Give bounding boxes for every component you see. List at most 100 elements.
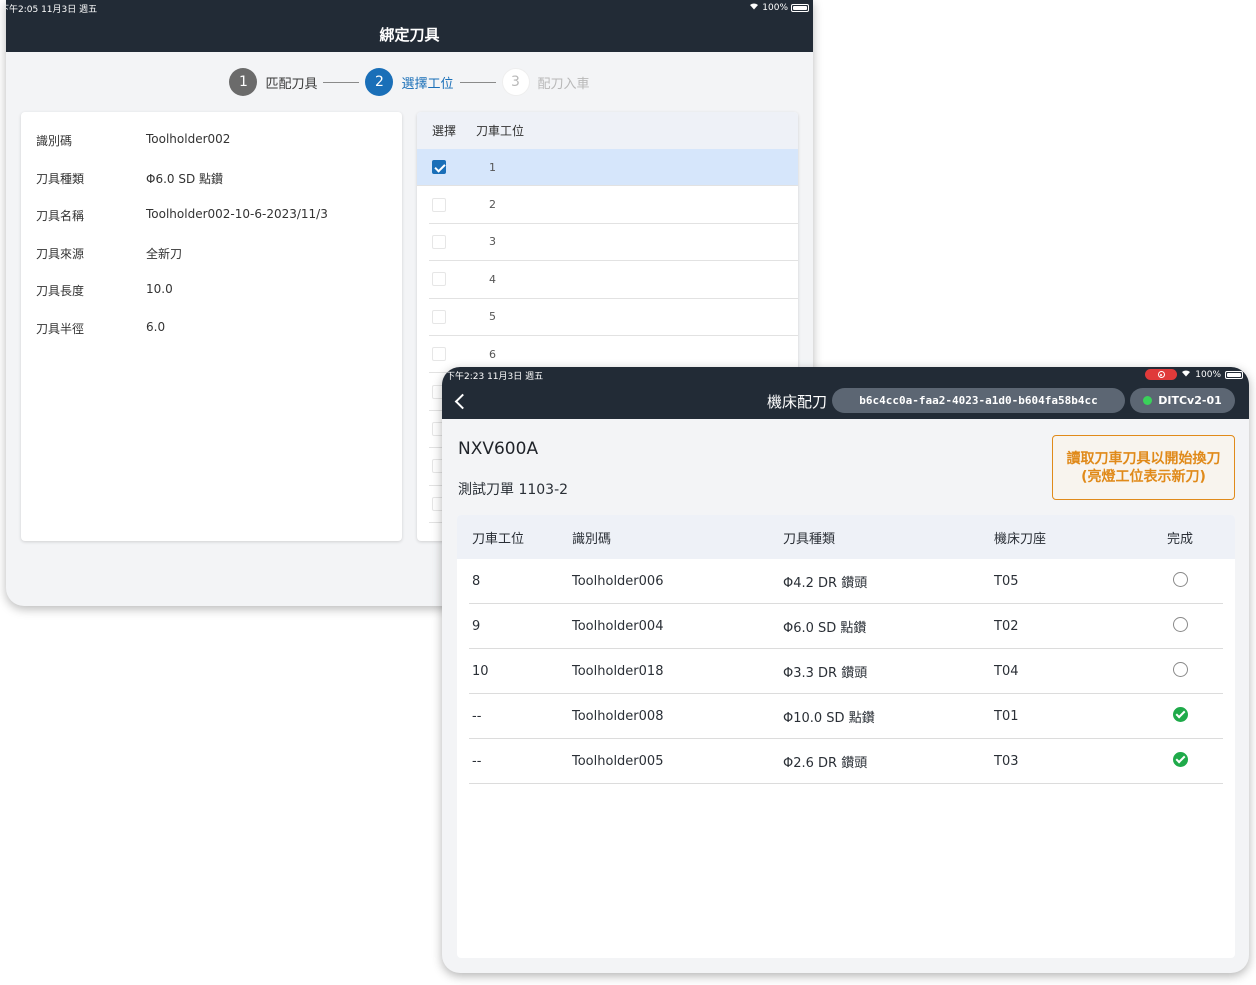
status-indicators: 100% bbox=[749, 2, 809, 13]
header-type: 刀具種類 bbox=[783, 531, 836, 547]
header-bar: 下午2:05 11月3日 週五 100% 綁定刀具 bbox=[6, 0, 813, 52]
pending-circle-icon bbox=[1172, 616, 1188, 632]
table-row[interactable]: 8 Toolholder006 Φ4.2 DR 鑽頭 T05 bbox=[469, 559, 1223, 604]
info-label: 識別碼 bbox=[36, 134, 73, 148]
header-id: 識別碼 bbox=[572, 531, 612, 547]
table-row[interactable]: 5 bbox=[429, 299, 798, 336]
battery-icon bbox=[1225, 370, 1243, 379]
info-row-name: 刀具名稱 Toolholder002-10-6-2023/11/3 bbox=[21, 207, 402, 245]
screen-record-icon bbox=[1145, 369, 1178, 380]
device-badge[interactable]: DITCv2-01 bbox=[1130, 388, 1235, 413]
info-value: 10.0 bbox=[146, 282, 173, 296]
cell-type: Φ4.2 DR 鑽頭 bbox=[783, 575, 868, 591]
tool-info-card: 識別碼 Toolholder002 刀具種類 Φ6.0 SD 點鑽 刀具名稱 T… bbox=[21, 112, 402, 541]
table-row[interactable]: 9 Toolholder004 Φ6.0 SD 點鑽 T02 bbox=[469, 604, 1223, 649]
device-name: DITCv2-01 bbox=[1158, 394, 1222, 407]
row-checkbox[interactable] bbox=[432, 272, 446, 287]
step-number: 2 bbox=[365, 68, 394, 96]
page-title: 機床配刀 bbox=[766, 393, 827, 411]
session-id-badge: b6c4cc0a-faa2-4023-a1d0-b604fa58b4cc bbox=[832, 388, 1125, 413]
machine-load-screen: 下午2:23 11月3日 週五 100% 機床配刀 b6c4cc0a-faa2-… bbox=[442, 367, 1249, 973]
status-time: 下午2:05 11月3日 週五 bbox=[6, 5, 98, 15]
cell-id: Toolholder018 bbox=[572, 663, 664, 679]
read-button-label: 讀取刀車刀具以開始換刀 bbox=[1066, 450, 1221, 467]
cell-id: Toolholder004 bbox=[572, 618, 664, 634]
header-done: 完成 bbox=[1166, 531, 1193, 547]
info-value: 全新刀 bbox=[146, 246, 183, 261]
info-value: Φ6.0 SD 點鑽 bbox=[146, 171, 224, 186]
info-row-radius: 刀具半徑 6.0 bbox=[21, 320, 402, 358]
header-seat: 機床刀座 bbox=[994, 531, 1047, 547]
row-checkbox[interactable] bbox=[432, 347, 446, 362]
step-match-tool[interactable]: 1 匹配刀具 bbox=[229, 68, 317, 96]
step-load-cart[interactable]: 3 配刀入車 bbox=[501, 68, 590, 96]
table-header: 選擇 刀車工位 bbox=[417, 112, 798, 149]
slot-number: 4 bbox=[489, 272, 496, 286]
info-label: 刀具來源 bbox=[36, 246, 85, 261]
status-indicators: 100% bbox=[1145, 369, 1243, 380]
header-select: 選擇 bbox=[432, 124, 457, 138]
info-label: 刀具名稱 bbox=[36, 209, 85, 223]
step-connector bbox=[459, 81, 496, 83]
table-row[interactable]: -- Toolholder008 Φ10.0 SD 點鑽 T01 bbox=[469, 694, 1223, 739]
slot-number: 5 bbox=[489, 310, 496, 324]
header-bar: 下午2:23 11月3日 週五 100% 機床配刀 b6c4cc0a-faa2-… bbox=[442, 367, 1249, 419]
slot-number: 1 bbox=[489, 160, 496, 174]
pending-circle-icon bbox=[1172, 661, 1188, 677]
info-value: Toolholder002 bbox=[146, 132, 231, 146]
wifi-icon bbox=[749, 2, 759, 13]
step-connector bbox=[323, 81, 360, 83]
cell-done bbox=[1150, 616, 1210, 636]
slot-number: 2 bbox=[489, 198, 496, 212]
cell-type: Φ3.3 DR 鑽頭 bbox=[783, 665, 868, 681]
cell-seat: T03 bbox=[994, 753, 1019, 769]
stepper: 1 匹配刀具 2 選擇工位 3 配刀入車 bbox=[6, 68, 813, 96]
cell-slot: -- bbox=[472, 753, 482, 769]
table-row[interactable]: -- Toolholder005 Φ2.6 DR 鑽頭 T03 bbox=[469, 739, 1223, 784]
back-arrow-icon[interactable] bbox=[452, 391, 468, 411]
step-label: 選擇工位 bbox=[401, 76, 454, 92]
slot-number: 6 bbox=[489, 347, 496, 361]
cell-slot: 9 bbox=[472, 618, 481, 634]
read-button-sublabel: (亮燈工位表示新刀) bbox=[1081, 468, 1206, 485]
cell-seat: T05 bbox=[994, 573, 1019, 589]
info-row-type: 刀具種類 Φ6.0 SD 點鑽 bbox=[21, 170, 402, 208]
cell-seat: T02 bbox=[994, 618, 1019, 634]
cell-id: Toolholder006 bbox=[572, 573, 664, 589]
cell-slot: 10 bbox=[472, 663, 489, 679]
slot-number: 3 bbox=[489, 235, 496, 249]
cell-done bbox=[1150, 706, 1210, 726]
step-label: 配刀入車 bbox=[537, 76, 590, 92]
tool-load-table: 刀車工位 識別碼 刀具種類 機床刀座 完成 8 Toolholder006 Φ4… bbox=[457, 515, 1235, 958]
cell-done bbox=[1150, 661, 1210, 681]
header-slot: 刀車工位 bbox=[472, 531, 525, 547]
battery-icon bbox=[791, 3, 809, 12]
row-checkbox[interactable] bbox=[432, 234, 446, 249]
table-row[interactable]: 10 Toolholder018 Φ3.3 DR 鑽頭 T04 bbox=[469, 649, 1223, 694]
table-row[interactable]: 2 bbox=[429, 186, 798, 224]
row-checkbox[interactable] bbox=[432, 309, 446, 324]
battery-percent: 100% bbox=[1195, 369, 1221, 380]
cell-type: Φ6.0 SD 點鑽 bbox=[783, 620, 867, 636]
table-row[interactable]: 4 bbox=[429, 261, 798, 299]
cell-type: Φ10.0 SD 點鑽 bbox=[783, 710, 875, 726]
info-row-length: 刀具長度 10.0 bbox=[21, 282, 402, 320]
table-row[interactable]: 3 bbox=[429, 224, 798, 262]
info-row-id: 識別碼 Toolholder002 bbox=[21, 132, 402, 170]
pending-circle-icon bbox=[1172, 571, 1188, 587]
info-label: 刀具半徑 bbox=[36, 321, 85, 336]
cell-seat: T04 bbox=[994, 663, 1019, 679]
cell-slot: 8 bbox=[472, 573, 481, 589]
cell-slot: -- bbox=[472, 708, 482, 724]
info-label: 刀具種類 bbox=[36, 171, 85, 186]
read-cart-button[interactable]: 讀取刀車刀具以開始換刀 (亮燈工位表示新刀) bbox=[1052, 435, 1235, 500]
step-select-slot[interactable]: 2 選擇工位 bbox=[365, 68, 454, 96]
step-label: 匹配刀具 bbox=[265, 76, 318, 92]
info-value: 6.0 bbox=[146, 319, 166, 334]
table-row[interactable]: 1 bbox=[417, 149, 798, 187]
check-circle-icon bbox=[1172, 751, 1188, 767]
row-checkbox[interactable] bbox=[432, 197, 446, 212]
row-checkbox[interactable] bbox=[432, 160, 446, 175]
cell-seat: T01 bbox=[994, 708, 1019, 724]
battery-percent: 100% bbox=[762, 2, 788, 13]
